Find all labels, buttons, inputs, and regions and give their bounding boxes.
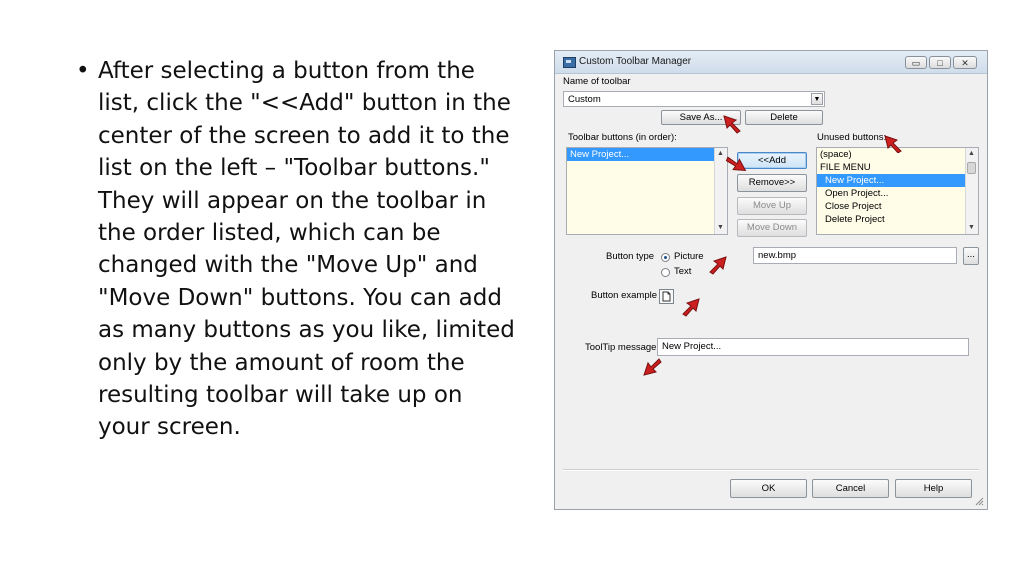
button-type-label: Button type bbox=[606, 251, 655, 262]
text-radio[interactable] bbox=[661, 268, 670, 277]
toolbar-buttons-label: Toolbar buttons (in order): bbox=[568, 132, 677, 143]
delete-button[interactable]: Delete bbox=[745, 110, 823, 125]
red-arrow-icon bbox=[723, 115, 741, 134]
unused-list-item[interactable]: New Project... bbox=[817, 174, 978, 187]
toolbar-name-value: Custom bbox=[568, 94, 601, 105]
move-down-button[interactable]: Move Down bbox=[737, 219, 807, 237]
tooltip-message-label: ToolTip message: bbox=[585, 342, 660, 353]
unused-buttons-list[interactable]: (space) FILE MENU New Project... Open Proje… bbox=[816, 147, 979, 235]
app-icon bbox=[563, 57, 576, 68]
help-button[interactable]: Help bbox=[895, 479, 972, 498]
custom-toolbar-manager-dialog: Custom Toolbar Manager ▭ □ ✕ Name of too… bbox=[554, 50, 988, 510]
scroll-down-icon[interactable]: ▼ bbox=[966, 222, 977, 234]
red-arrow-icon bbox=[643, 358, 662, 376]
bullet-dot: • bbox=[76, 58, 90, 84]
toolbar-buttons-list[interactable]: New Project... ▲ ▼ bbox=[566, 147, 728, 235]
tooltip-message-field[interactable]: New Project... bbox=[657, 338, 969, 356]
new-document-icon bbox=[662, 291, 671, 302]
add-button[interactable]: <<Add bbox=[737, 152, 807, 169]
slide-bullet: • After selecting a button from the list… bbox=[76, 55, 516, 444]
toolbar-name-label: Name of toolbar bbox=[563, 76, 631, 87]
scroll-thumb[interactable] bbox=[967, 162, 976, 174]
scroll-up-icon[interactable]: ▲ bbox=[966, 148, 977, 160]
red-arrow-icon bbox=[884, 135, 902, 153]
red-arrow-icon bbox=[682, 298, 700, 317]
unused-list-scrollbar[interactable]: ▲ ▼ bbox=[965, 148, 978, 234]
text-radio-label[interactable]: Text bbox=[674, 266, 691, 277]
maximize-button[interactable]: □ bbox=[929, 56, 951, 69]
bullet-text: After selecting a button from the list, … bbox=[98, 58, 515, 441]
ok-button[interactable]: OK bbox=[730, 479, 807, 498]
separator bbox=[563, 469, 979, 471]
picture-radio[interactable] bbox=[661, 253, 670, 262]
unused-list-item[interactable]: Delete Project bbox=[817, 213, 978, 226]
button-example-preview bbox=[659, 289, 674, 304]
picture-file-field[interactable]: new.bmp bbox=[753, 247, 957, 264]
toolbar-name-combobox[interactable]: Custom ▼ bbox=[563, 91, 825, 107]
unused-list-item[interactable]: Open Project... bbox=[817, 187, 978, 200]
minimize-button[interactable]: ▭ bbox=[905, 56, 927, 69]
title-bar: Custom Toolbar Manager ▭ □ ✕ bbox=[555, 51, 987, 74]
unused-list-item[interactable]: Close Project bbox=[817, 200, 978, 213]
picture-radio-label[interactable]: Picture bbox=[674, 251, 704, 262]
cancel-button[interactable]: Cancel bbox=[812, 479, 889, 498]
remove-button[interactable]: Remove>> bbox=[737, 174, 807, 192]
resize-grip-icon[interactable] bbox=[975, 497, 984, 506]
move-up-button[interactable]: Move Up bbox=[737, 197, 807, 215]
close-button[interactable]: ✕ bbox=[953, 56, 977, 69]
button-example-label: Button example bbox=[591, 290, 658, 301]
browse-button[interactable]: ... bbox=[963, 247, 979, 265]
scroll-down-icon[interactable]: ▼ bbox=[715, 222, 726, 234]
dialog-title: Custom Toolbar Manager bbox=[579, 56, 692, 67]
toolbar-list-item[interactable]: New Project... bbox=[567, 148, 727, 161]
unused-buttons-label: Unused buttons: bbox=[817, 132, 887, 143]
unused-list-item[interactable]: FILE MENU bbox=[817, 161, 978, 174]
dropdown-arrow-icon[interactable]: ▼ bbox=[811, 93, 823, 105]
red-arrow-icon bbox=[709, 256, 727, 275]
red-arrow-icon bbox=[725, 156, 747, 172]
